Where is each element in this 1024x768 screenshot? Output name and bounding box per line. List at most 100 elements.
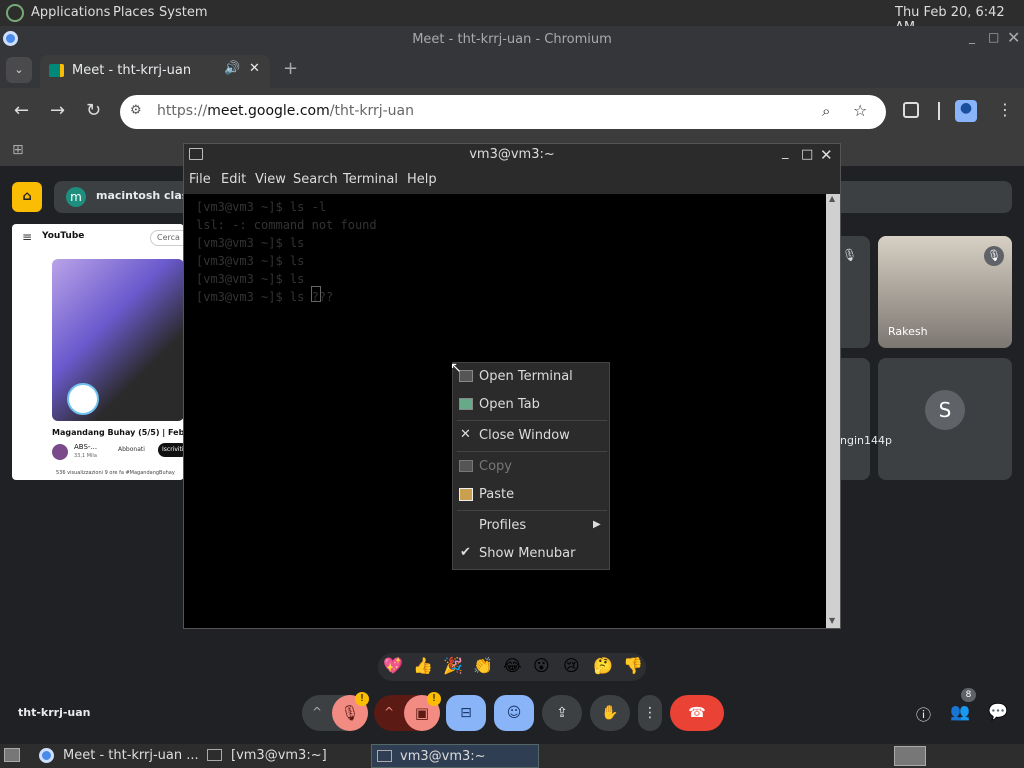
- show-badge: [67, 383, 99, 415]
- meeting-info-icon[interactable]: ⓘ: [916, 704, 931, 725]
- meet-logo-icon[interactable]: ⌂: [12, 182, 42, 212]
- address-bar[interactable]: ⚙ https://meet.google.com/tht-krrj-uan ⌕…: [120, 95, 886, 129]
- speaker-icon[interactable]: 🔊: [224, 61, 240, 76]
- terminal-close-icon[interactable]: ✕: [820, 144, 833, 166]
- maximize-icon[interactable]: □: [988, 30, 999, 44]
- menu-file[interactable]: File: [189, 172, 211, 187]
- menu-profiles[interactable]: Profiles: [479, 518, 526, 533]
- terminal-scrollbar[interactable]: ▲ ▼: [826, 194, 840, 628]
- tab-meet[interactable]: Meet - tht-krrj-uan 🔊 ✕: [40, 55, 270, 88]
- present-button[interactable]: ⇪: [542, 695, 582, 731]
- back-icon[interactable]: ←: [14, 100, 29, 121]
- menu-separator: [457, 510, 607, 511]
- top-panel: Applications Places System Thu Feb 20, 6…: [0, 0, 1024, 35]
- system-menu[interactable]: System: [159, 5, 207, 20]
- channel-name: ABS-...: [74, 443, 98, 451]
- taskbar-item-terminal-active[interactable]: vm3@vm3:~: [371, 744, 539, 768]
- more-options-button[interactable]: ⋮: [638, 695, 662, 731]
- reaction-thinking[interactable]: 🤔: [593, 656, 613, 675]
- hamburger-icon: ≡: [22, 230, 33, 244]
- tab-search-button[interactable]: ⌄: [6, 57, 32, 83]
- terminal-titlebar[interactable]: vm3@vm3:~ _ □ ✕: [184, 144, 840, 166]
- shared-screen[interactable]: ≡ YouTube Cerca Magandang Buhay (5/5) | …: [12, 224, 184, 480]
- leave-call-button[interactable]: ☎: [670, 695, 724, 731]
- tab-small-icon: [459, 398, 473, 410]
- url-text[interactable]: https://meet.google.com/tht-krrj-uan: [157, 103, 414, 119]
- menu-help[interactable]: Help: [407, 172, 437, 187]
- terminal-line: lsl: -: command not found: [196, 218, 377, 232]
- checkmark-icon: ✔: [460, 545, 471, 560]
- places-menu[interactable]: Places: [113, 5, 154, 20]
- scroll-up-icon[interactable]: ▲: [829, 194, 835, 203]
- site-info-icon[interactable]: ⚙: [130, 103, 142, 118]
- camera-warning-icon: !: [427, 692, 441, 706]
- reaction-heart[interactable]: 💖: [383, 656, 403, 675]
- bookmark-star-icon[interactable]: ☆: [853, 101, 867, 120]
- submenu-arrow-icon: ▶: [593, 519, 601, 530]
- profile-icon[interactable]: ●: [955, 100, 977, 122]
- reaction-clap[interactable]: 👏: [473, 656, 493, 675]
- show-desktop-icon[interactable]: [4, 748, 20, 762]
- menu-close-window[interactable]: Close Window: [479, 428, 570, 443]
- extensions-icon[interactable]: [903, 102, 919, 118]
- apps-grid-icon[interactable]: ⊞: [12, 142, 24, 158]
- taskbar-item-terminal-1[interactable]: [vm3@vm3:~]: [231, 748, 327, 763]
- participant-name: Rakesh: [888, 325, 928, 338]
- chat-icon[interactable]: 💬: [988, 702, 1008, 721]
- menu-open-tab[interactable]: Open Tab: [479, 397, 540, 412]
- forward-icon[interactable]: →: [50, 100, 65, 121]
- url-path: /tht-krrj-uan: [329, 103, 415, 119]
- workspace-switcher[interactable]: [894, 746, 926, 766]
- menu-open-terminal[interactable]: Open Terminal: [479, 369, 573, 384]
- reaction-party[interactable]: 🎉: [443, 656, 463, 675]
- taskbar-terminal-icon: [377, 750, 392, 762]
- browser-window-title: Meet - tht-krrj-uan - Chromium: [0, 26, 1024, 53]
- reload-icon[interactable]: ↻: [86, 100, 101, 121]
- url-host: meet.google.com: [207, 103, 330, 119]
- mic-off-icon: 🎙: [842, 248, 858, 262]
- audio-options-chevron-icon[interactable]: ^: [312, 705, 322, 719]
- taskbar-item-meet[interactable]: Meet - tht-krrj-uan ...: [63, 748, 199, 763]
- menu-copy[interactable]: Copy: [479, 459, 512, 474]
- menu-search[interactable]: Search: [293, 172, 338, 187]
- gnome-foot-icon[interactable]: [6, 4, 24, 22]
- terminal-minimize-icon[interactable]: _: [782, 142, 789, 164]
- menu-edit[interactable]: Edit: [221, 172, 246, 187]
- video-thumbnail: [52, 259, 184, 421]
- terminal-title: vm3@vm3:~: [469, 147, 555, 162]
- people-icon[interactable]: 👥: [950, 702, 970, 721]
- channel-subs: 33,1 Mila: [74, 453, 97, 459]
- taskbar-terminal-icon: [207, 749, 222, 761]
- chrome-menu-icon[interactable]: ⋮: [997, 100, 1013, 119]
- people-count-badge: 8: [961, 688, 976, 702]
- emoji-button[interactable]: ☺: [494, 695, 534, 731]
- reaction-thumbs-up[interactable]: 👍: [413, 656, 433, 675]
- menu-separator: [457, 451, 607, 452]
- taskbar-chromium-icon: [39, 748, 54, 763]
- channel-avatar: [52, 444, 68, 460]
- mic-off-icon: 🎙: [984, 246, 1004, 266]
- captions-button[interactable]: ⊟: [446, 695, 486, 731]
- video-meta: 536 visualizzazioni 9 ore fa #MagandangB…: [56, 470, 175, 476]
- participant-tile-rakesh: 🎙 Rakesh: [878, 236, 1012, 348]
- video-options-chevron-icon[interactable]: ^: [384, 705, 394, 719]
- terminal-maximize-icon[interactable]: □: [801, 144, 813, 166]
- youtube-search-box: Cerca: [150, 230, 184, 246]
- zoom-icon[interactable]: ⌕: [822, 102, 830, 120]
- close-window-icon[interactable]: ✕: [1007, 28, 1020, 47]
- menu-paste[interactable]: Paste: [479, 487, 514, 502]
- new-tab-icon[interactable]: +: [283, 58, 298, 79]
- menu-show-menubar[interactable]: Show Menubar: [479, 546, 575, 561]
- minimize-icon[interactable]: _: [969, 30, 975, 44]
- reaction-surprised[interactable]: 😮: [533, 656, 550, 675]
- raise-hand-button[interactable]: ✋: [590, 695, 630, 731]
- reaction-laugh[interactable]: 😂: [503, 656, 522, 675]
- youtube-logo: YouTube: [42, 231, 85, 241]
- reaction-thumbs-down[interactable]: 👎: [623, 656, 643, 675]
- tab-close-icon[interactable]: ✕: [249, 61, 260, 76]
- applications-menu[interactable]: Applications: [31, 5, 110, 20]
- menu-terminal[interactable]: Terminal: [343, 172, 398, 187]
- scroll-down-icon[interactable]: ▼: [829, 616, 835, 625]
- reaction-sad[interactable]: 😢: [563, 656, 580, 675]
- menu-view[interactable]: View: [255, 172, 286, 187]
